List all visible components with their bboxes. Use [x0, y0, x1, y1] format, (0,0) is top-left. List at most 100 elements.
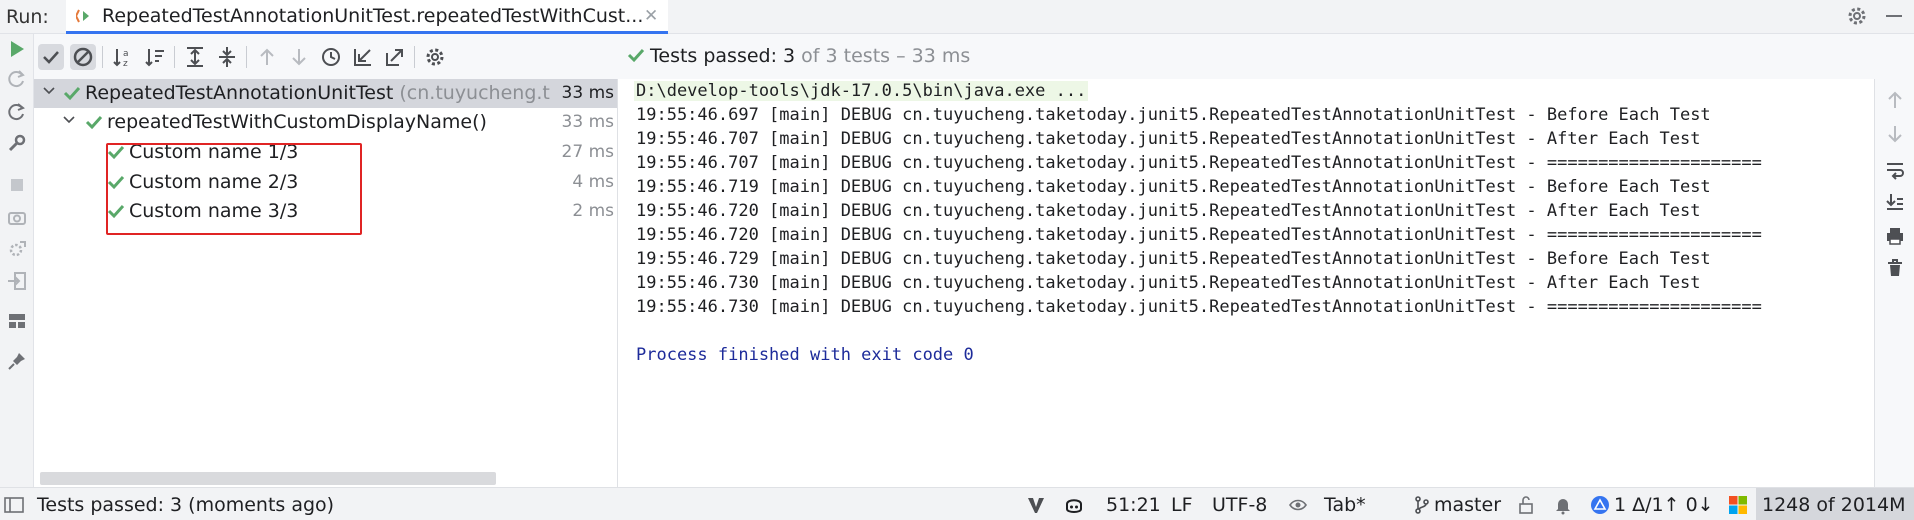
class-name: RepeatedTestAnnotationUnitTest — [85, 82, 394, 104]
previous-failed-button[interactable] — [254, 44, 280, 70]
sort-by-duration-button[interactable] — [142, 44, 168, 70]
collapse-all-icon — [219, 47, 235, 67]
notifications-bell-icon[interactable] — [1553, 495, 1573, 515]
console-log-line: 19:55:46.730 [main] DEBUG cn.tuyucheng.t… — [636, 273, 1701, 293]
memory-indicator[interactable]: 1248 of 2014M — [1756, 488, 1914, 520]
login-icon[interactable] — [6, 270, 28, 292]
console-log-line: 19:55:46.707 [main] DEBUG cn.tuyucheng.t… — [636, 129, 1701, 149]
svg-text:a: a — [123, 49, 129, 59]
export-tests-icon — [386, 49, 403, 66]
sort-alpha-icon: az — [113, 49, 129, 69]
tree-row-duration: 33 ms — [561, 112, 614, 132]
vcs-status-icon[interactable] — [1590, 495, 1610, 515]
git-branch[interactable]: master — [1434, 494, 1501, 516]
next-failed-icon — [292, 49, 306, 66]
console-command-line: D:\develop-tools\jdk-17.0.5\bin\java.exe… — [634, 81, 1089, 101]
status-bar: Tests passed: 3 (moments ago) 51:21 LF U… — [0, 487, 1914, 520]
run-left-toolbar — [0, 34, 34, 487]
test-summary-text: Tests passed: 3 of 3 tests – 33 ms — [650, 45, 970, 67]
tree-row-duration: 33 ms — [557, 83, 614, 103]
summary-suffix: of 3 tests – 33 ms — [795, 45, 971, 67]
console-log-line: 19:55:46.729 [main] DEBUG cn.tuyucheng.t… — [636, 249, 1711, 269]
vim-icon[interactable] — [1026, 495, 1046, 515]
git-branch-icon[interactable] — [1412, 495, 1432, 515]
test-summary: Tests passed: 3 of 3 tests – 33 ms — [618, 34, 1914, 79]
indent-setting[interactable]: Tab* — [1324, 494, 1366, 516]
windows-logo-icon[interactable] — [1728, 495, 1748, 515]
print-icon[interactable] — [1884, 225, 1906, 247]
highlight-annotation-box — [106, 143, 362, 235]
chevron-down-icon[interactable] — [42, 84, 56, 98]
tree-row-duration: 2 ms — [572, 201, 614, 221]
horizontal-scrollbar[interactable] — [40, 472, 496, 485]
tree-row-duration: 4 ms — [572, 172, 614, 192]
test-settings-button[interactable] — [422, 44, 448, 70]
settings-gear-icon[interactable] — [1846, 5, 1868, 27]
settings-icon — [426, 48, 444, 66]
console-output[interactable]: D:\develop-tools\jdk-17.0.5\bin\java.exe… — [618, 79, 1874, 487]
up-icon[interactable] — [1884, 89, 1906, 111]
console-log-line: 19:55:46.720 [main] DEBUG cn.tuyucheng.t… — [636, 201, 1701, 221]
down-icon[interactable] — [1884, 123, 1906, 145]
run-configuration-tab[interactable]: RepeatedTestAnnotationUnitTest.repeatedT… — [66, 0, 668, 34]
line-separator[interactable]: LF — [1171, 494, 1193, 516]
expand-all-button[interactable] — [182, 44, 208, 70]
summary-passed-count: 3 — [783, 45, 796, 67]
rerun-failed-icon[interactable] — [6, 68, 28, 90]
chevron-down-icon[interactable] — [62, 113, 76, 127]
vcs-changes[interactable]: 1 Δ/1↑ 0↓ — [1614, 494, 1714, 516]
status-message[interactable]: Tests passed: 3 (moments ago) — [37, 494, 334, 516]
tree-row-test-method[interactable]: repeatedTestWithCustomDisplayName() 33 m… — [34, 108, 617, 137]
run-label: Run: — [6, 6, 49, 28]
scroll-to-end-icon[interactable] — [1884, 191, 1906, 213]
tree-row-duration: 27 ms — [561, 142, 614, 162]
sort-alphabetically-button[interactable]: az — [110, 44, 136, 70]
minimize-icon[interactable] — [1886, 15, 1902, 17]
test-history-button[interactable] — [318, 44, 344, 70]
console-process-finished: Process finished with exit code 0 — [636, 345, 974, 365]
expand-all-icon — [187, 47, 203, 67]
memory-usage: 1248 of 2014M — [1762, 494, 1906, 516]
test-run-icon — [76, 9, 89, 23]
next-failed-button[interactable] — [286, 44, 312, 70]
console-right-toolbar — [1874, 79, 1914, 487]
console-log-line: 19:55:46.730 [main] DEBUG cn.tuyucheng.t… — [636, 297, 1762, 317]
prev-failed-icon — [260, 48, 274, 65]
trash-icon[interactable] — [1884, 257, 1906, 279]
import-tests-button[interactable] — [350, 44, 376, 70]
svg-text:z: z — [123, 59, 128, 69]
passed-check-icon — [63, 86, 81, 101]
copilot-icon[interactable] — [1064, 495, 1084, 515]
collapse-all-button[interactable] — [214, 44, 240, 70]
show-ignored-button[interactable] — [70, 44, 96, 70]
pin-icon[interactable] — [6, 350, 28, 372]
eye-icon[interactable] — [1288, 495, 1308, 515]
soft-wrap-icon[interactable] — [1884, 159, 1906, 181]
console-log-line: 19:55:46.707 [main] DEBUG cn.tuyucheng.t… — [636, 153, 1762, 173]
wrench-icon[interactable] — [6, 132, 28, 154]
tool-window-toggle-icon[interactable] — [4, 497, 24, 513]
class-package: (cn.tuyucheng.t — [393, 82, 550, 104]
show-passed-button[interactable] — [38, 44, 64, 70]
run-tool-window-header: Run: RepeatedTestAnnotationUnitTest.repe… — [0, 0, 1914, 34]
sort-duration-icon — [145, 49, 164, 67]
close-tab-icon[interactable]: ✕ — [644, 6, 658, 26]
summary-prefix: Tests passed: — [650, 45, 784, 67]
unlock-icon[interactable] — [1516, 495, 1536, 515]
tree-row-test-class[interactable]: RepeatedTestAnnotationUnitTest (cn.tuyuc… — [34, 79, 617, 108]
rerun-icon[interactable] — [6, 100, 28, 122]
stop-icon[interactable] — [6, 174, 28, 196]
camera-icon[interactable] — [6, 206, 28, 228]
history-icon — [322, 48, 340, 66]
run-icon[interactable] — [6, 38, 28, 60]
test-tree-toolbar: az — [34, 34, 618, 79]
console-log-line: 19:55:46.697 [main] DEBUG cn.tuyucheng.t… — [636, 105, 1711, 125]
caret-position[interactable]: 51:21 — [1106, 494, 1161, 516]
export-tests-button[interactable] — [382, 44, 408, 70]
console-log-line: 19:55:46.720 [main] DEBUG cn.tuyucheng.t… — [636, 225, 1762, 245]
layout-icon[interactable] — [6, 310, 28, 332]
gear-export-icon[interactable] — [6, 238, 28, 260]
console-log-line: 19:55:46.719 [main] DEBUG cn.tuyucheng.t… — [636, 177, 1711, 197]
file-encoding[interactable]: UTF-8 — [1212, 494, 1267, 516]
show-ignored-icon — [73, 47, 93, 67]
